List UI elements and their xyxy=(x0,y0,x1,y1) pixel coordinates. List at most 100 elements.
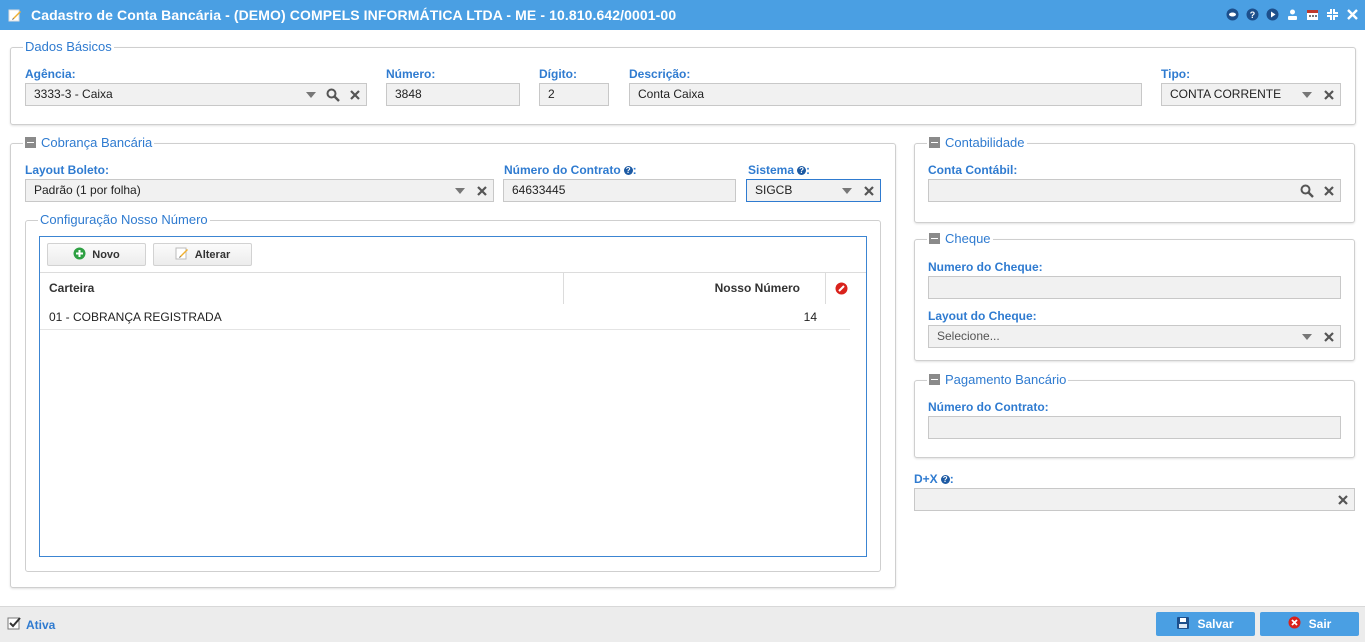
edit-icon xyxy=(8,8,22,22)
agencia-label: Agência: xyxy=(25,67,76,81)
layout-boleto-select[interactable]: Padrão (1 por folha) xyxy=(25,179,494,202)
dropdown-arrow-icon[interactable] xyxy=(1296,326,1318,347)
collapse-icon[interactable] xyxy=(1325,7,1339,21)
layout-boleto-label: Layout Boleto: xyxy=(25,163,109,177)
save-icon xyxy=(1177,616,1190,632)
dropdown-arrow-icon[interactable] xyxy=(449,180,471,201)
pagamento-contrato-field[interactable] xyxy=(928,416,1341,439)
edit-icon xyxy=(175,246,189,263)
grid-header: Carteira Nosso Número xyxy=(40,272,866,304)
column-header-carteira[interactable]: Carteira xyxy=(49,273,94,304)
svg-text:?: ? xyxy=(1249,10,1255,20)
clear-icon[interactable] xyxy=(1332,489,1354,510)
pagamento-title: Pagamento Bancário xyxy=(945,372,1067,387)
clear-icon[interactable] xyxy=(1318,84,1340,105)
dados-basicos-legend: Dados Básicos xyxy=(23,39,114,54)
sair-button[interactable]: Sair xyxy=(1260,612,1359,636)
window-title: Cadastro de Conta Bancária - (DEMO) COMP… xyxy=(31,7,677,23)
column-divider xyxy=(825,273,826,304)
pagamento-legend[interactable]: Pagamento Bancário xyxy=(927,372,1069,387)
tipo-select[interactable]: CONTA CORRENTE xyxy=(1161,83,1341,106)
help-icon[interactable]: ? xyxy=(1245,7,1259,21)
descricao-field[interactable]: Conta Caixa xyxy=(629,83,1142,106)
contabilidade-title: Contabilidade xyxy=(945,135,1025,150)
collapse-minus-icon[interactable] xyxy=(929,137,940,148)
sistema-select[interactable]: SIGCB xyxy=(746,179,881,202)
help-icon[interactable]: ? xyxy=(623,166,633,175)
cobranca-legend[interactable]: Cobrança Bancária xyxy=(23,135,155,150)
numero-contrato-label-text: Número do Contrato xyxy=(504,163,621,177)
dropdown-arrow-icon[interactable] xyxy=(1296,84,1318,105)
eye-icon[interactable] xyxy=(1225,7,1239,21)
numero-contrato-label: Número do Contrato?: xyxy=(504,163,637,177)
novo-label: Novo xyxy=(92,248,120,261)
layout-cheque-select[interactable]: Selecione... xyxy=(928,325,1341,348)
contabilidade-legend[interactable]: Contabilidade xyxy=(927,135,1027,150)
nosso-numero-legend: Configuração Nosso Número xyxy=(38,212,210,227)
novo-button[interactable]: Novo xyxy=(47,243,146,266)
dx-field[interactable] xyxy=(914,488,1355,511)
sair-label: Sair xyxy=(1308,617,1332,631)
numero-contrato-value: 64633445 xyxy=(512,183,566,197)
column-header-nosso-numero[interactable]: Nosso Número xyxy=(715,273,800,304)
collapse-minus-icon[interactable] xyxy=(929,374,940,385)
digito-field[interactable]: 2 xyxy=(539,83,609,106)
footer-bar: Ativa Salvar Sair xyxy=(0,606,1365,642)
numero-value: 3848 xyxy=(395,87,422,101)
column-divider xyxy=(563,273,564,304)
agencia-field[interactable]: 3333-3 - Caixa xyxy=(25,83,367,106)
alterar-button[interactable]: Alterar xyxy=(153,243,252,266)
search-icon[interactable] xyxy=(322,84,344,105)
conta-contabil-field[interactable] xyxy=(928,179,1341,202)
clear-icon[interactable] xyxy=(1318,326,1340,347)
label-colon: : xyxy=(949,472,954,486)
close-icon[interactable] xyxy=(1345,7,1359,21)
window-titlebar: Cadastro de Conta Bancária - (DEMO) COMP… xyxy=(0,0,1365,30)
salvar-button[interactable]: Salvar xyxy=(1156,612,1255,636)
numero-cheque-label: Numero do Cheque: xyxy=(928,260,1043,274)
dropdown-arrow-icon[interactable] xyxy=(300,84,322,105)
calendar-icon[interactable] xyxy=(1305,7,1319,21)
numero-label: Número: xyxy=(386,67,436,81)
user-icon[interactable] xyxy=(1285,7,1299,21)
cobranca-title: Cobrança Bancária xyxy=(41,135,153,150)
numero-cheque-field[interactable] xyxy=(928,276,1341,299)
play-icon[interactable] xyxy=(1265,7,1279,21)
dados-basicos-title: Dados Básicos xyxy=(25,39,112,54)
ativa-checkbox[interactable]: Ativa xyxy=(7,616,55,633)
layout-cheque-label: Layout do Cheque: xyxy=(928,309,1037,323)
alterar-label: Alterar xyxy=(194,248,231,261)
dx-label: D+X?: xyxy=(914,472,954,486)
numero-field[interactable]: 3848 xyxy=(386,83,520,106)
label-colon: : xyxy=(806,163,811,177)
help-icon[interactable]: ? xyxy=(940,475,950,484)
collapse-minus-icon[interactable] xyxy=(25,137,36,148)
clear-icon[interactable] xyxy=(344,84,366,105)
numero-contrato-field[interactable]: 64633445 xyxy=(503,179,736,202)
nosso-numero-grid: Novo Alterar Carteira Nosso Número 01 - … xyxy=(39,236,867,557)
conta-contabil-label: Conta Contábil: xyxy=(928,163,1018,177)
descricao-label: Descrição: xyxy=(629,67,691,81)
sistema-label: Sistema?: xyxy=(748,163,810,177)
dx-label-text: D+X xyxy=(914,472,938,486)
search-icon[interactable] xyxy=(1296,180,1318,201)
cell-nosso-numero: 14 xyxy=(803,310,817,324)
delete-icon[interactable] xyxy=(835,282,848,298)
tipo-label: Tipo: xyxy=(1161,67,1191,81)
clear-icon[interactable] xyxy=(858,180,880,201)
dropdown-arrow-icon[interactable] xyxy=(836,180,858,201)
cell-carteira: 01 - COBRANÇA REGISTRADA xyxy=(49,310,222,324)
pagamento-contrato-label: Número do Contrato: xyxy=(928,400,1049,414)
digito-value: 2 xyxy=(548,87,555,101)
help-icon[interactable]: ? xyxy=(797,166,807,175)
layout-boleto-value: Padrão (1 por folha) xyxy=(34,183,141,197)
exit-icon xyxy=(1288,616,1301,632)
nosso-numero-title: Configuração Nosso Número xyxy=(40,212,208,227)
clear-icon[interactable] xyxy=(1318,180,1340,201)
add-icon xyxy=(73,247,86,263)
clear-icon[interactable] xyxy=(471,180,493,201)
cheque-legend[interactable]: Cheque xyxy=(927,231,993,246)
checkbox-checked-icon[interactable] xyxy=(7,616,21,633)
table-row[interactable]: 01 - COBRANÇA REGISTRADA 14 xyxy=(40,305,850,330)
collapse-minus-icon[interactable] xyxy=(929,233,940,244)
